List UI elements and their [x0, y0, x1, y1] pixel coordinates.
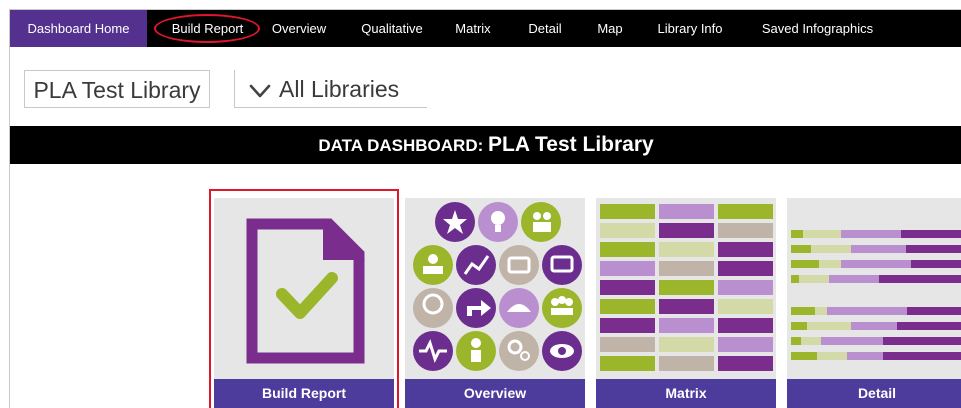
detail-bar-segment [847, 352, 883, 360]
matrix-cell [600, 204, 655, 219]
tile-overview[interactable]: Overview [405, 198, 585, 408]
tile-overview-label: Overview [405, 379, 585, 408]
detail-bar-segment [803, 230, 841, 238]
detail-bar-segment [821, 337, 883, 345]
matrix-cell [718, 318, 773, 333]
detail-bar-segment [791, 322, 807, 330]
matrix-cell [718, 261, 773, 276]
detail-bar-segment [906, 245, 961, 253]
detail-bar-segment [791, 352, 817, 360]
library-selector-value: PLA Test Library [33, 77, 201, 103]
detail-bar-segment [791, 245, 811, 253]
nav-library-info[interactable]: Library Info [651, 10, 729, 47]
matrix-cell [600, 318, 655, 333]
nav-build-report[interactable]: Build Report [155, 10, 260, 47]
library-selector[interactable]: PLA Test Library [24, 70, 210, 108]
detail-bar-segment [911, 260, 961, 268]
dashboard-page: Dashboard Home Build Report Overview Qua… [9, 9, 961, 408]
tile-build-report-label: Build Report [214, 379, 394, 408]
matrix-cell [600, 261, 655, 276]
nav-qualitative[interactable]: Qualitative [354, 10, 430, 47]
detail-bar-segment [841, 230, 901, 238]
detail-bar-segment [807, 322, 851, 330]
nav-overview[interactable]: Overview [266, 10, 332, 47]
matrix-cell [659, 223, 714, 238]
detail-bars-icon [791, 230, 961, 360]
matrix-grid-icon [600, 204, 773, 371]
detail-bar-segment [883, 352, 961, 360]
matrix-cell [659, 280, 714, 295]
matrix-cell [659, 318, 714, 333]
detail-bar-segment [841, 260, 911, 268]
matrix-cell [600, 280, 655, 295]
detail-bar-segment [791, 307, 815, 315]
detail-bar-segment [901, 230, 961, 238]
matrix-cell [718, 223, 773, 238]
matrix-cell [718, 356, 773, 371]
matrix-cell [600, 356, 655, 371]
matrix-cell [718, 204, 773, 219]
top-navigation: Dashboard Home Build Report Overview Qua… [10, 10, 961, 47]
matrix-cell [600, 337, 655, 352]
comparison-dropdown[interactable]: All Libraries [234, 70, 427, 108]
matrix-cell [600, 242, 655, 257]
tile-matrix[interactable]: Matrix [596, 198, 776, 408]
banner-prefix: DATA DASHBOARD: [318, 136, 488, 155]
matrix-cell [600, 299, 655, 314]
matrix-cell [718, 242, 773, 257]
matrix-cell [600, 223, 655, 238]
detail-bar-segment [811, 245, 851, 253]
detail-bar-segment [829, 275, 879, 283]
detail-bar-segment [791, 337, 801, 345]
tile-build-report[interactable]: Build Report [214, 198, 394, 408]
detail-bar-segment [791, 275, 799, 283]
matrix-cell [718, 299, 773, 314]
detail-bar-segment [801, 337, 821, 345]
comparison-dropdown-value: All Libraries [279, 76, 400, 102]
nav-map[interactable]: Map [592, 10, 628, 47]
chevron-down-icon [249, 84, 271, 98]
detail-bar-segment [827, 307, 907, 315]
nav-detail[interactable]: Detail [521, 10, 569, 47]
matrix-cell [659, 242, 714, 257]
document-check-icon [246, 218, 365, 364]
overview-icons-grid [413, 202, 582, 371]
matrix-cell [659, 337, 714, 352]
matrix-cell [718, 337, 773, 352]
detail-bar-segment [799, 275, 829, 283]
matrix-cell [659, 356, 714, 371]
detail-bar-segment [815, 307, 827, 315]
detail-bar-segment [907, 307, 961, 315]
detail-bar-segment [817, 352, 847, 360]
matrix-cell [659, 261, 714, 276]
banner-library-name: PLA Test Library [487, 133, 654, 156]
tile-detail-label: Detail [787, 379, 961, 408]
detail-bar-segment [879, 275, 961, 283]
detail-bar-segment [883, 337, 961, 345]
nav-saved-infographics[interactable]: Saved Infographics [755, 10, 880, 47]
detail-bar-segment [791, 230, 803, 238]
matrix-cell [659, 204, 714, 219]
detail-bar-segment [851, 245, 906, 253]
nav-dashboard-home[interactable]: Dashboard Home [10, 10, 147, 47]
dashboard-banner: DATA DASHBOARD: PLA Test Library [10, 126, 961, 164]
matrix-cell [718, 280, 773, 295]
detail-bar-segment [851, 322, 897, 330]
detail-bar-segment [791, 260, 819, 268]
detail-bar-segment [897, 322, 961, 330]
matrix-cell [659, 299, 714, 314]
tile-matrix-label: Matrix [596, 379, 776, 408]
detail-bar-segment [819, 260, 841, 268]
nav-matrix[interactable]: Matrix [448, 10, 498, 47]
tile-detail[interactable]: Detail [787, 198, 961, 408]
